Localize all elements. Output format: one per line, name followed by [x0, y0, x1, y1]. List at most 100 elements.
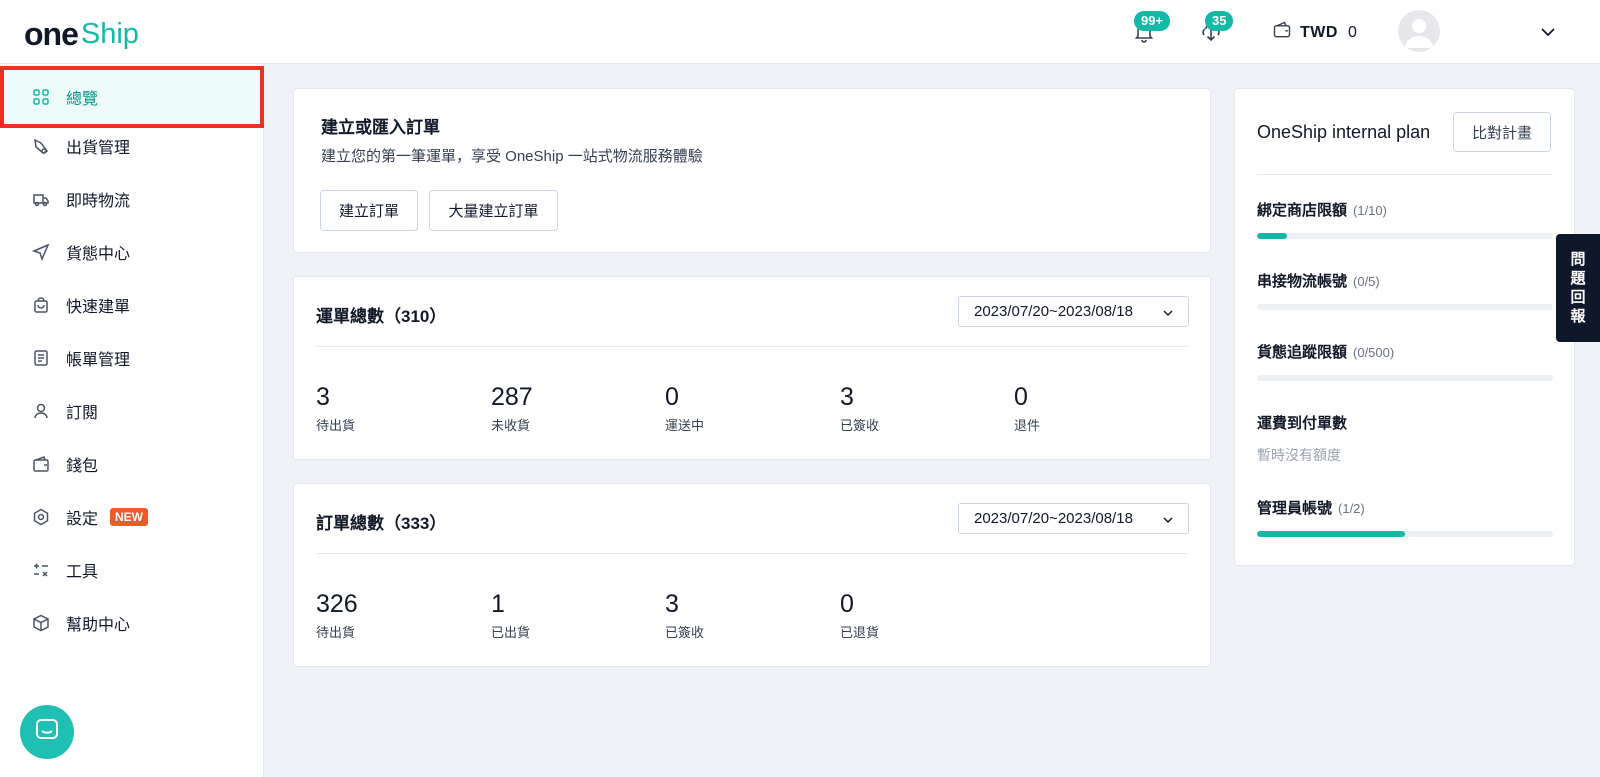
limit-note: 暫時沒有額度 — [1257, 447, 1341, 463]
plan-title: OneShip internal plan — [1257, 122, 1431, 142]
limit-logistics-accounts: 串接物流帳號 (0/5) — [1257, 270, 1553, 310]
stat-value: 0 — [1014, 383, 1028, 411]
sidebar-item-quick-order[interactable]: 快速建單 — [0, 278, 264, 331]
date-range-value: 2023/07/20~2023/08/18 — [974, 510, 1133, 527]
top-header: one Ship 99+ 35 TWD 0 — [0, 0, 1600, 64]
stat-label: 待出貨 — [316, 625, 356, 640]
create-order-button[interactable]: 建立訂單 — [320, 190, 418, 231]
waybill-summary-card: 運單總數（310） 2023/07/20~2023/08/18 3 待出貨 28… — [293, 276, 1211, 460]
sidebar-item-help-center[interactable]: 幫助中心 — [0, 596, 264, 649]
grid-icon — [32, 88, 50, 106]
waybill-stat-not-received[interactable]: 287 未收貨 — [491, 382, 641, 434]
feedback-char: 報 — [1570, 308, 1586, 325]
bulk-create-order-button[interactable]: 大量建立訂單 — [429, 190, 558, 231]
limit-progress-fill — [1257, 233, 1287, 239]
chevron-down-icon[interactable] — [1536, 20, 1560, 44]
waybill-total-title: 運單總數（310） — [316, 307, 447, 326]
sidebar-item-tracking-center[interactable]: 貨態中心 — [0, 225, 264, 278]
waybill-stat-pending[interactable]: 3 待出貨 — [316, 382, 466, 434]
stat-label: 已簽收 — [840, 418, 880, 433]
stat-value: 1 — [491, 590, 505, 618]
limit-name: 串接物流帳號 — [1257, 273, 1348, 290]
stat-label: 未收貨 — [491, 418, 531, 433]
oneship-logo[interactable]: one Ship — [24, 14, 139, 50]
date-range-value: 2023/07/20~2023/08/18 — [974, 303, 1133, 320]
logo-one: one — [24, 16, 79, 52]
limit-cod-orders: 運費到付單數 暫時沒有額度 — [1257, 412, 1553, 465]
feedback-tab[interactable]: 問 題 回 報 — [1556, 234, 1600, 342]
sidebar-item-settings[interactable]: 設定 NEW — [0, 490, 264, 543]
limit-progress-bar — [1257, 304, 1553, 310]
waybill-stat-delivered[interactable]: 3 已簽收 — [840, 382, 990, 434]
avatar[interactable] — [1398, 10, 1440, 52]
limit-progress-bar — [1257, 233, 1553, 239]
order-stat-shipped[interactable]: 1 已出貨 — [491, 589, 641, 641]
settings-icon — [32, 508, 50, 526]
stat-value: 326 — [316, 590, 358, 618]
waybill-date-range-select[interactable]: 2023/07/20~2023/08/18 — [958, 296, 1189, 327]
order-date-range-select[interactable]: 2023/07/20~2023/08/18 — [958, 503, 1189, 534]
receipt-icon — [32, 349, 50, 367]
limit-count: (0/5) — [1353, 274, 1380, 289]
sidebar-item-billing[interactable]: 帳單管理 — [0, 331, 264, 384]
new-badge: NEW — [110, 507, 149, 526]
limit-progress-fill — [1257, 531, 1405, 537]
limit-name: 綁定商店限額 — [1257, 202, 1348, 219]
stat-value: 3 — [665, 590, 679, 618]
wallet-icon — [32, 455, 50, 473]
stat-value: 3 — [316, 383, 330, 411]
sidebar-item-subscription[interactable]: 訂閱 — [0, 384, 264, 437]
limit-count: (1/2) — [1338, 501, 1365, 516]
limit-count: (0/500) — [1353, 345, 1395, 360]
chevron-down-icon — [1163, 310, 1173, 317]
waybill-stat-in-transit[interactable]: 0 運送中 — [665, 382, 815, 434]
create-order-card: 建立或匯入訂單 建立您的第一筆運單，享受 OneShip 一站式物流服務體驗 建… — [293, 88, 1211, 253]
stat-value: 287 — [491, 383, 533, 411]
truck-icon — [32, 190, 50, 208]
wallet-balance[interactable]: TWD 0 — [1272, 20, 1357, 45]
sidebar: 總覽 出貨管理 即時物流 貨態中心 快速建單 帳單管理 訂閱 錢包 設定 NEW… — [0, 64, 264, 777]
send-icon — [32, 243, 50, 261]
shipping-icon — [32, 137, 50, 155]
limit-name: 運費到付單數 — [1257, 415, 1348, 432]
sidebar-item-realtime-logistics[interactable]: 即時物流 — [0, 172, 264, 225]
limit-tracking-quota: 貨態追蹤限額 (0/500) — [1257, 341, 1553, 381]
sidebar-item-label: 帳單管理 — [66, 351, 131, 369]
sidebar-item-tools[interactable]: 工具 — [0, 543, 264, 596]
sidebar-item-label: 幫助中心 — [66, 616, 131, 634]
sidebar-item-wallet[interactable]: 錢包 — [0, 437, 264, 490]
waybill-stat-returned[interactable]: 0 退件 — [1014, 382, 1164, 434]
chevron-down-icon — [1163, 517, 1173, 524]
stat-label: 退件 — [1014, 418, 1041, 433]
chat-button[interactable] — [20, 705, 74, 759]
order-stat-pending[interactable]: 326 待出貨 — [316, 589, 466, 641]
feedback-char: 題 — [1570, 270, 1586, 287]
feedback-char: 問 — [1570, 251, 1586, 268]
order-stat-returned[interactable]: 0 已退貨 — [840, 589, 990, 641]
user-icon — [32, 402, 50, 420]
sidebar-item-label: 快速建單 — [66, 298, 131, 316]
limit-count: (1/10) — [1353, 203, 1387, 218]
divider — [316, 553, 1188, 554]
limit-progress-bar — [1257, 375, 1553, 381]
limit-progress-bar — [1257, 531, 1553, 537]
limit-name: 管理員帳號 — [1257, 500, 1333, 517]
wallet-amount: 0 — [1347, 23, 1357, 41]
create-order-title: 建立或匯入訂單 — [321, 118, 440, 137]
stat-value: 0 — [665, 383, 679, 411]
sidebar-item-label: 即時物流 — [66, 192, 131, 210]
compare-plans-button[interactable]: 比對計畫 — [1453, 112, 1551, 152]
limit-admin-accounts: 管理員帳號 (1/2) — [1257, 497, 1553, 537]
wallet-icon — [1272, 20, 1300, 45]
stat-value: 3 — [840, 383, 854, 411]
sidebar-item-label: 設定 — [66, 510, 99, 528]
stat-label: 運送中 — [665, 418, 705, 433]
logo-ship: Ship — [80, 18, 139, 50]
sidebar-item-shipping[interactable]: 出貨管理 — [0, 119, 264, 172]
limit-name: 貨態追蹤限額 — [1257, 344, 1348, 361]
stat-label: 已退貨 — [840, 625, 880, 640]
order-stat-delivered[interactable]: 3 已簽收 — [665, 589, 815, 641]
sidebar-item-label: 貨態中心 — [66, 245, 131, 263]
limit-bound-stores: 綁定商店限額 (1/10) — [1257, 199, 1553, 239]
tools-icon — [32, 561, 50, 579]
